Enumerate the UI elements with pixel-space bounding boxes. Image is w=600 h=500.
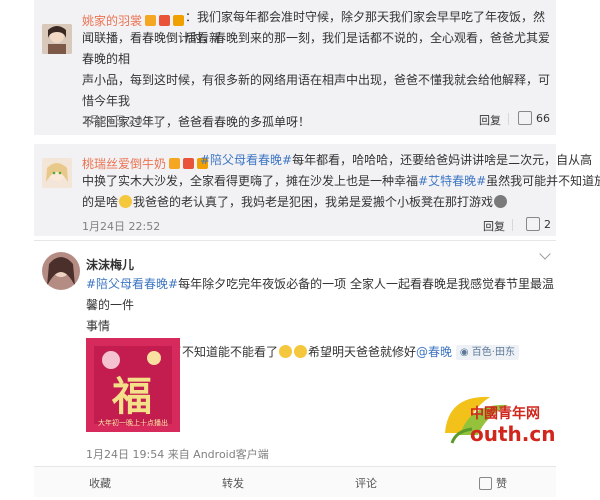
vip-icon (169, 158, 181, 169)
laugh-emoji-icon (119, 195, 133, 208)
location-tag[interactable]: ◉ 百色·田东 (455, 345, 519, 360)
reply-button[interactable]: 回复 (483, 218, 505, 234)
thumb-icon (518, 111, 532, 125)
location-icon: ◉ (459, 347, 472, 358)
hashtag-link[interactable]: #艾特春晚# (418, 174, 486, 188)
comment-username[interactable]: 桃瑞丝爱倒牛奶 (82, 155, 209, 172)
post-username[interactable]: 沫沫梅儿 (86, 256, 134, 273)
comment-text: #陪父母看春晚#每年都看，哈哈哈，还要给爸妈讲讲啥是二次元，自从高 (200, 153, 593, 167)
favorite-button[interactable]: 收藏 (89, 475, 111, 491)
hashtag-link[interactable]: #陪父母看春晚# (200, 153, 292, 167)
cry-emoji-icon (294, 345, 308, 358)
poster-caption: 大年初一晚上十点播出 (98, 419, 168, 427)
repost-button[interactable]: 转发 (222, 475, 244, 491)
post-time: 1月24日 19:54 来自 Android客户端 (86, 448, 269, 461)
divider (508, 113, 509, 125)
vip-icon (145, 15, 157, 26)
watermark-domain: outh.cn (470, 422, 556, 446)
comment-button[interactable]: 评论 (355, 475, 377, 491)
watermark-logo: 中國青年网 outh.cn (430, 385, 570, 455)
like-button[interactable]: 2 (526, 217, 551, 231)
like-button[interactable]: 66 (518, 111, 550, 125)
divider (512, 219, 513, 231)
cry-emoji-icon (279, 345, 293, 358)
like-button[interactable]: 赞 (479, 475, 507, 491)
mention-link[interactable]: @春晚 (416, 345, 452, 359)
medal-icon (159, 15, 171, 26)
comment-username[interactable]: 姚家的羽裳 (82, 12, 185, 29)
sad-emoji-icon (494, 195, 508, 208)
thumb-icon (479, 476, 492, 490)
comment-time: 1月24日 22:52 (82, 220, 161, 233)
fu-character: 福 (112, 373, 152, 420)
post-action-bar: 收藏 转发 评论 赞 (34, 466, 556, 497)
thumb-icon (526, 217, 540, 231)
avatar[interactable] (42, 24, 72, 54)
watermark-title: 中國青年网 (470, 406, 540, 422)
avatar[interactable] (42, 158, 72, 188)
medal-icon (183, 158, 195, 169)
crown-icon (173, 15, 185, 26)
post-image[interactable]: 福 大年初一晚上十点播出 (86, 338, 180, 432)
hashtag-link[interactable]: #陪父母看春晚# (86, 277, 178, 291)
comment-time: 1月24日 20:11 (82, 114, 161, 127)
avatar[interactable] (42, 252, 80, 290)
comment-text-cont: 中换了实木大沙发，全家看得更嗨了，摊在沙发上也是一种幸福#艾特春晚#虽然我可能并… (82, 174, 600, 209)
reply-button[interactable]: 回复 (479, 112, 501, 128)
